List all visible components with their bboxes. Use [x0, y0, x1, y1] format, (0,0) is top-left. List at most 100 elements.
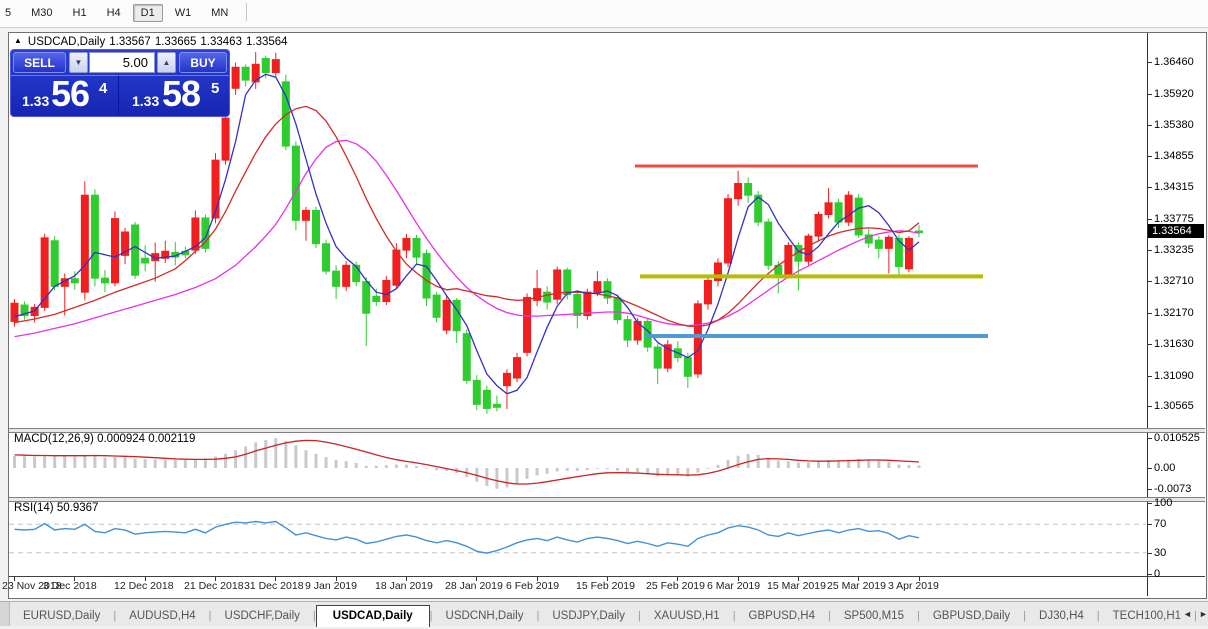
date-axis-label: 15 Feb 2019 [576, 580, 635, 592]
candle-bearish [463, 334, 470, 381]
sell-price-pip: 4 [99, 80, 107, 97]
timeframe-button-mn[interactable]: MN [203, 4, 236, 22]
buy-price-pip: 5 [211, 80, 219, 97]
tab-usdchf-daily[interactable]: USDCHF,Daily [212, 606, 313, 626]
sell-button[interactable]: SELL [13, 52, 66, 73]
candle-bullish [554, 270, 561, 299]
price-axis-label: 1.35380 [1154, 119, 1194, 131]
candle-bullish [905, 238, 912, 268]
ohlc-high: 1.33665 [155, 36, 197, 48]
candle-bearish [242, 67, 249, 80]
price-axis-tick [1148, 281, 1152, 282]
candle-bearish [323, 244, 330, 271]
price-axis-tick [1148, 313, 1152, 314]
rsi-label: RSI(14) 50.9367 [14, 502, 98, 514]
candle-bearish [333, 271, 340, 286]
macd-label: MACD(12,26,9) 0.000924 0.002119 [14, 433, 195, 445]
tab-eurusd-daily[interactable]: EURUSD,Daily [10, 606, 113, 626]
candle-bearish [373, 296, 380, 301]
tab-gbpusd-h4[interactable]: GBPUSD,H4 [736, 606, 828, 626]
tab-usdjpy-daily[interactable]: USDJPY,Daily [539, 606, 638, 626]
date-axis-label: 6 Feb 2019 [506, 580, 559, 592]
date-axis-label: 6 Mar 2019 [707, 580, 760, 592]
timeframe-button-m30[interactable]: M30 [23, 4, 60, 22]
volume-decrease-button[interactable]: ▼ [69, 52, 88, 73]
tab-scroll-right-icon[interactable]: ► [1199, 609, 1208, 619]
candle-bullish [81, 195, 88, 292]
buy-price-display[interactable]: 1.33 58 5 [119, 75, 229, 115]
tab-scroll-left-icon[interactable]: ◄ [1183, 609, 1192, 619]
ma-mid-red [15, 106, 920, 326]
rsi-indicator-chart[interactable] [9, 500, 1148, 576]
current-price-tag: 1.33564 [1148, 224, 1204, 238]
date-axis-label: 3 Apr 2019 [888, 580, 939, 592]
candle-bearish [142, 258, 149, 263]
tab-audusd-h4[interactable]: AUDUSD,H4 [116, 606, 208, 626]
candle-bearish [132, 225, 139, 275]
candle-bullish [815, 214, 822, 236]
timeframe-button-5[interactable]: 5 [0, 4, 19, 22]
buy-price-main: 58 [162, 73, 200, 115]
buy-button[interactable]: BUY [179, 52, 227, 73]
candle-bullish [222, 118, 229, 160]
candle-bearish [564, 270, 571, 295]
macd-axis-label: 0.00 [1154, 462, 1175, 474]
toolbar-separator [246, 3, 247, 21]
tab-usdcnh-daily[interactable]: USDCNH,Daily [433, 606, 537, 626]
price-axis-divider [1147, 33, 1148, 596]
candle-bearish [835, 203, 842, 222]
collapse-panel-icon[interactable]: ▲ [14, 36, 22, 45]
tab-gbpusd-daily[interactable]: GBPUSD,Daily [920, 606, 1023, 626]
timeframe-toolbar: 5M30 H1H4D1W1MN [0, 0, 1208, 28]
volume-input[interactable]: 5.00 [89, 52, 155, 73]
candle-bullish [232, 67, 239, 88]
candle-bullish [272, 60, 279, 73]
tab-dj30-h4[interactable]: DJ30,H4 [1026, 606, 1097, 626]
ohlc-close: 1.33564 [246, 36, 288, 48]
candle-bearish [493, 404, 500, 407]
rsi-axis-tick [1148, 574, 1152, 575]
sell-price-prefix: 1.33 [22, 93, 49, 109]
one-click-trade-panel: SELL ▼ 5.00 ▲ BUY 1.33 56 4 1.33 58 5 [10, 49, 230, 117]
rsi-axis-label: 30 [1154, 547, 1166, 559]
candle-bearish [473, 380, 480, 404]
sell-price-main: 56 [51, 73, 89, 115]
price-axis-tick [1148, 187, 1152, 188]
date-axis-label: 12 Dec 2018 [114, 580, 174, 592]
candle-bearish [483, 390, 490, 408]
candle-bearish [101, 278, 108, 283]
timeframe-button-h4[interactable]: H4 [99, 4, 129, 22]
tab-tech100-h1[interactable]: TECH100,H1 [1100, 606, 1194, 626]
candle-bullish [41, 238, 48, 308]
candle-bearish [91, 195, 98, 278]
candle-bearish [684, 358, 691, 377]
candle-bullish [11, 303, 18, 321]
candle-bearish [51, 241, 58, 287]
sell-price-display[interactable]: 1.33 56 4 [11, 75, 119, 115]
timeframe-button-h1[interactable]: H1 [65, 4, 95, 22]
candle-bullish [524, 297, 531, 352]
volume-increase-button[interactable]: ▲ [157, 52, 176, 73]
tab-usdcad-daily[interactable]: USDCAD,Daily [316, 605, 430, 627]
candle-bullish [514, 358, 521, 378]
tab-xauusd-h1[interactable]: XAUUSD,H1 [641, 606, 733, 626]
candle-bearish [624, 320, 631, 340]
price-axis-tick [1148, 125, 1152, 126]
candle-bearish [71, 279, 78, 283]
tab-sp500-m15[interactable]: SP500,M15 [831, 606, 917, 626]
candle-bullish [735, 184, 742, 199]
price-axis-tick [1148, 344, 1152, 345]
candle-bearish [614, 298, 621, 320]
candle-bullish [584, 292, 591, 315]
candle-bearish [353, 265, 360, 281]
ma-slow-magenta [15, 140, 920, 336]
macd-axis-tick [1148, 468, 1152, 469]
candle-bullish [403, 238, 410, 250]
candle-bullish [704, 280, 711, 303]
timeframe-button-w1[interactable]: W1 [167, 4, 200, 22]
date-axis-label: 28 Jan 2019 [445, 580, 503, 592]
timeframe-button-d1[interactable]: D1 [133, 4, 163, 22]
rsi-pane-splitter[interactable] [9, 497, 1205, 502]
chart-symbol-label: USDCAD,Daily [28, 36, 105, 48]
candle-bearish [262, 58, 269, 72]
